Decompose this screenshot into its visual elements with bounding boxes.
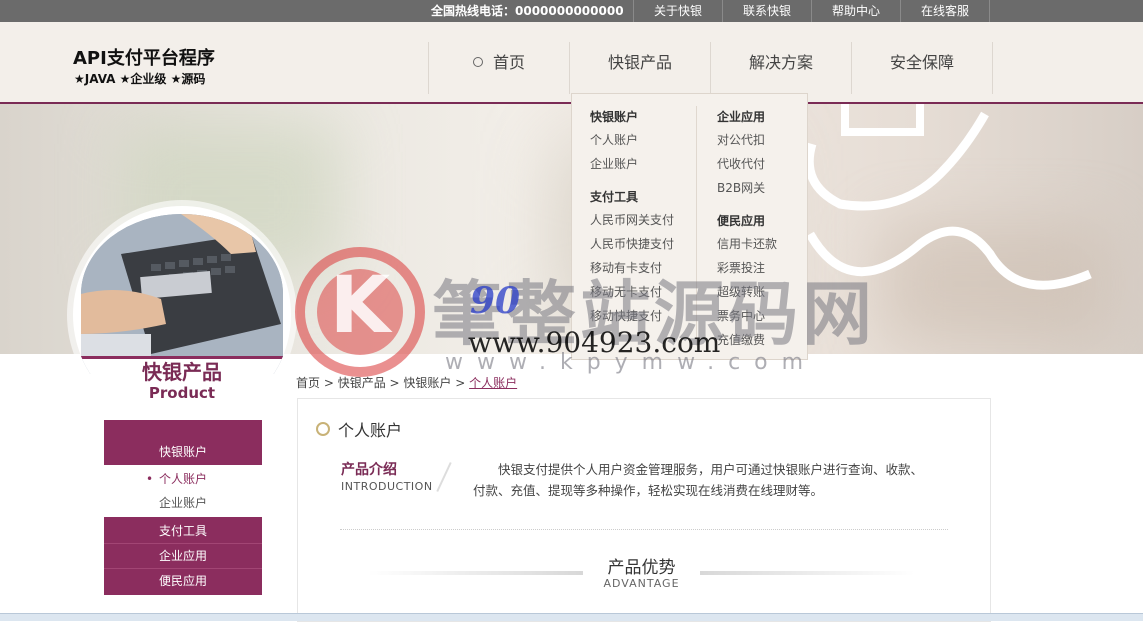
nav-solutions[interactable]: 解决方案: [710, 42, 851, 94]
dropdown-col-1: 快银账户 个人账户 企业账户 支付工具 人民币网关支付 人民币快捷支付 移动有卡…: [590, 102, 674, 328]
dropdown-heading[interactable]: 便民应用: [717, 208, 777, 232]
header: API支付平台程序 ★JAVA ★企业级 ★源码 首页 快银产品 解决方案 安全…: [0, 22, 1143, 104]
dotted-divider: [340, 529, 948, 530]
dropdown-item[interactable]: 人民币快捷支付: [590, 232, 674, 256]
nav-products[interactable]: 快银产品: [569, 42, 710, 94]
dropdown-item[interactable]: 移动无卡支付: [590, 280, 674, 304]
intro-heading-cn: 产品介绍: [341, 462, 397, 478]
dropdown-item[interactable]: 移动快捷支付: [590, 304, 674, 328]
dropdown-item[interactable]: 信用卡还款: [717, 232, 777, 256]
breadcrumb-current[interactable]: 个人账户: [469, 376, 517, 390]
laptop-photo: [81, 214, 283, 374]
logo-title[interactable]: API支付平台程序: [73, 44, 215, 70]
dropdown-item[interactable]: 移动有卡支付: [590, 256, 674, 280]
top-link-contact[interactable]: 联系快银: [722, 0, 811, 22]
breadcrumb-home[interactable]: 首页: [296, 376, 320, 390]
dropdown-item[interactable]: 票务中心: [717, 304, 777, 328]
product-badge: 快银产品 Product: [73, 206, 291, 424]
sidebar: 快银账户 个人账户 企业账户 支付工具 企业应用 便民应用: [104, 420, 262, 595]
sidebar-sub-list: 个人账户 企业账户: [104, 465, 262, 517]
dropdown-item[interactable]: 企业账户: [590, 152, 674, 176]
sidebar-item-personal[interactable]: 个人账户: [104, 467, 262, 491]
dropdown-heading[interactable]: 企业应用: [717, 104, 777, 128]
dropdown-item[interactable]: 彩票投注: [717, 256, 777, 280]
dropdown-heading[interactable]: 支付工具: [590, 184, 674, 208]
product-badge-cn: 快银产品: [142, 360, 222, 384]
dropdown-item[interactable]: 人民币网关支付: [590, 208, 674, 232]
hotline-text: 全国热线电话：0000000000000: [431, 4, 624, 18]
sidebar-item-enterprise[interactable]: 企业账户: [104, 491, 262, 515]
sidebar-head[interactable]: 快银账户: [104, 420, 262, 465]
nav-security-label: 安全保障: [889, 53, 954, 72]
advantage-heading-en: ADVANTAGE: [603, 577, 680, 590]
divider-slash: [436, 462, 452, 492]
product-badge-en: Product: [148, 384, 216, 402]
intro-text: 快银支付提供个人用户资金管理服务，用户可通过快银账户进行查询、收款、付款、充值、…: [473, 462, 924, 498]
dropdown-col-2: 企业应用 对公代扣 代收代付 B2B网关 便民应用 信用卡还款 彩票投注 超级转…: [717, 102, 777, 352]
top-link-service[interactable]: 在线客服: [900, 0, 990, 22]
circle-icon: [472, 57, 483, 67]
top-link-help[interactable]: 帮助中心: [811, 0, 900, 22]
advantage-heading-cn: 产品优势: [607, 558, 676, 578]
dropdown-heading[interactable]: 快银账户: [590, 104, 674, 128]
intro-heading-en: INTRODUCTION: [341, 480, 433, 493]
dropdown-item[interactable]: 充值缴费: [717, 328, 777, 352]
dropdown-item[interactable]: 个人账户: [590, 128, 674, 152]
top-links: 关于快银 联系快银 帮助中心 在线客服: [633, 0, 990, 22]
sidebar-item-convenience-apps[interactable]: 便民应用: [104, 569, 262, 593]
breadcrumb: 首页 > 快银产品 > 快银账户 > 个人账户: [296, 376, 518, 390]
nav-home[interactable]: 首页: [428, 42, 569, 94]
top-bar: 全国热线电话：0000000000000 关于快银 联系快银 帮助中心 在线客服: [0, 0, 1143, 22]
logo-subtitle: ★JAVA ★企业级 ★源码: [74, 72, 206, 86]
nav-solutions-label: 解决方案: [748, 53, 813, 72]
nav-security[interactable]: 安全保障: [851, 42, 993, 94]
dropdown-item[interactable]: 代收代付: [717, 152, 777, 176]
top-link-about[interactable]: 关于快银: [633, 0, 722, 22]
dropdown-item[interactable]: B2B网关: [717, 176, 777, 200]
sidebar-item-enterprise-apps[interactable]: 企业应用: [104, 544, 262, 569]
nav-products-label: 快银产品: [607, 53, 672, 72]
decorative-shapes-icon: [804, 104, 1092, 290]
products-dropdown-menu: 快银账户 个人账户 企业账户 支付工具 人民币网关支付 人民币快捷支付 移动有卡…: [571, 93, 808, 360]
sidebar-item-payment-tools[interactable]: 支付工具: [104, 519, 262, 544]
dropdown-item[interactable]: 超级转账: [717, 280, 777, 304]
main-nav: 首页 快银产品 解决方案 安全保障: [428, 42, 993, 94]
sidebar-groups: 支付工具 企业应用 便民应用: [104, 517, 262, 595]
breadcrumb-products[interactable]: 快银产品: [338, 376, 386, 390]
nav-home-label: 首页: [492, 53, 525, 72]
content-panel: 个人账户 产品介绍 INTRODUCTION 快银支付提供个人用户资金管理服务，…: [297, 398, 991, 622]
dropdown-item[interactable]: 对公代扣: [717, 128, 777, 152]
page-title: 个人账户: [316, 417, 402, 441]
ring-icon: [316, 422, 330, 436]
breadcrumb-accounts[interactable]: 快银账户: [403, 376, 451, 390]
